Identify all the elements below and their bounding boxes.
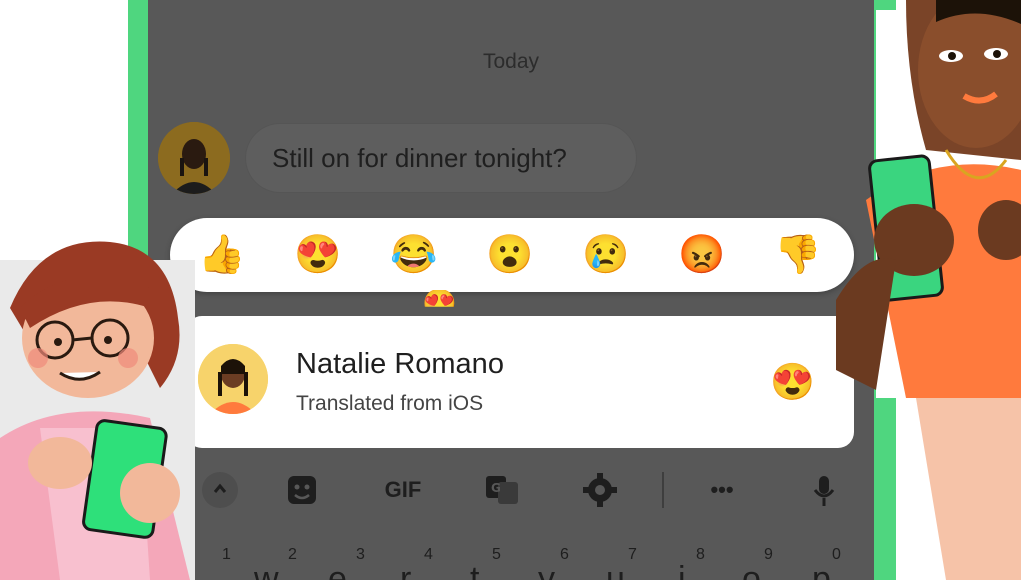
left-illustration-person: [0, 228, 215, 580]
key-number[interactable]: 6: [560, 546, 569, 564]
key-letter[interactable]: w: [254, 560, 279, 580]
key-number[interactable]: 3: [356, 546, 365, 564]
key-letter[interactable]: t: [470, 560, 479, 580]
toolbar-divider: [662, 472, 664, 508]
date-divider: Today: [482, 50, 540, 73]
more-icon[interactable]: •••: [702, 470, 742, 510]
message-text: Still on for dinner tonight?: [272, 143, 567, 173]
reaction-angry[interactable]: 😡: [678, 232, 725, 278]
key-letter[interactable]: i: [678, 560, 686, 580]
key-number[interactable]: 4: [424, 546, 433, 564]
reaction-heart-eyes[interactable]: 😍: [294, 232, 341, 278]
key-number[interactable]: 5: [492, 546, 501, 564]
settings-icon[interactable]: [580, 470, 620, 510]
svg-text:G: G: [491, 481, 501, 495]
key-number[interactable]: 9: [764, 546, 773, 564]
key-letter[interactable]: p: [812, 560, 831, 580]
reaction-picker: 👍 😍 😂 😮 😢 😡 👎: [170, 218, 854, 292]
notification-reaction-emoji: 😍: [770, 361, 815, 402]
gif-button[interactable]: GIF: [378, 470, 428, 510]
reaction-crying[interactable]: 😢: [582, 232, 629, 278]
sender-avatar[interactable]: [158, 122, 230, 194]
reaction-surprised[interactable]: 😮: [486, 232, 533, 278]
notification-subtitle: Translated from iOS: [296, 392, 484, 415]
key-letter[interactable]: r: [400, 560, 411, 580]
key-letter[interactable]: u: [606, 560, 625, 580]
reaction-thumbs-down[interactable]: 👎: [774, 232, 821, 278]
key-number[interactable]: 2: [288, 546, 297, 564]
key-letter[interactable]: o: [742, 560, 761, 580]
key-letter[interactable]: y: [538, 560, 555, 580]
reaction-tears-of-joy[interactable]: 😂: [390, 232, 437, 278]
keyboard-toolbar: GIF G •••: [148, 458, 874, 522]
key-letter[interactable]: e: [328, 560, 347, 580]
sticker-icon[interactable]: [282, 470, 322, 510]
contact-name: Natalie Romano: [296, 348, 504, 380]
right-illustration-person: [836, 0, 1021, 580]
key-number[interactable]: 8: [696, 546, 705, 564]
key-number[interactable]: 1: [222, 546, 231, 564]
message-bubble[interactable]: Still on for dinner tonight?: [246, 124, 636, 192]
translate-icon[interactable]: G: [482, 470, 522, 510]
notification-card[interactable]: Natalie Romano Translated from iOS 😍: [186, 316, 854, 448]
key-number[interactable]: 7: [628, 546, 637, 564]
